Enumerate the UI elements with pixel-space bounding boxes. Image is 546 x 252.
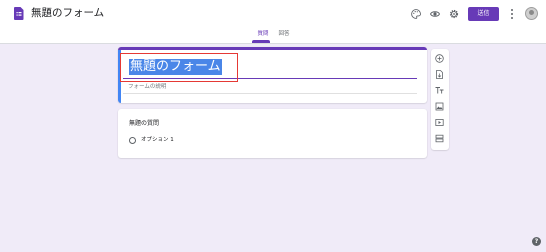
import-questions-icon[interactable]	[435, 70, 444, 79]
radio-button	[129, 137, 136, 144]
description-underline	[123, 93, 417, 94]
send-button[interactable]: 送信	[468, 7, 499, 21]
title-card-accent-strip	[118, 47, 427, 50]
tab-responses[interactable]: 回答	[276, 31, 292, 38]
add-image-icon[interactable]	[435, 102, 444, 111]
question-title[interactable]: 無題の質問	[129, 120, 159, 128]
add-section-icon[interactable]	[435, 134, 444, 143]
settings-gear-icon[interactable]	[449, 9, 459, 19]
preview-eye-icon[interactable]	[430, 9, 440, 19]
help-icon[interactable]: ?	[532, 237, 541, 246]
add-title-icon[interactable]	[435, 86, 444, 95]
add-question-icon[interactable]	[435, 54, 444, 63]
form-icon[interactable]	[14, 7, 24, 20]
document-title[interactable]: 無題のフォーム	[31, 7, 104, 20]
avatar-head	[529, 10, 534, 15]
highlight-box	[120, 53, 238, 82]
top-bar: 無題のフォーム 送信 質問 回答	[0, 0, 546, 44]
question-card[interactable]	[118, 109, 427, 158]
more-vert-icon[interactable]	[510, 8, 514, 20]
palette-icon[interactable]	[411, 9, 421, 19]
add-video-icon[interactable]	[435, 118, 444, 127]
tab-questions[interactable]: 質問	[253, 31, 273, 38]
option-label[interactable]: オプション 1	[141, 137, 174, 144]
avatar[interactable]	[525, 7, 538, 20]
active-tab-indicator	[252, 40, 270, 43]
form-description-input[interactable]: フォームの説明	[128, 84, 166, 91]
